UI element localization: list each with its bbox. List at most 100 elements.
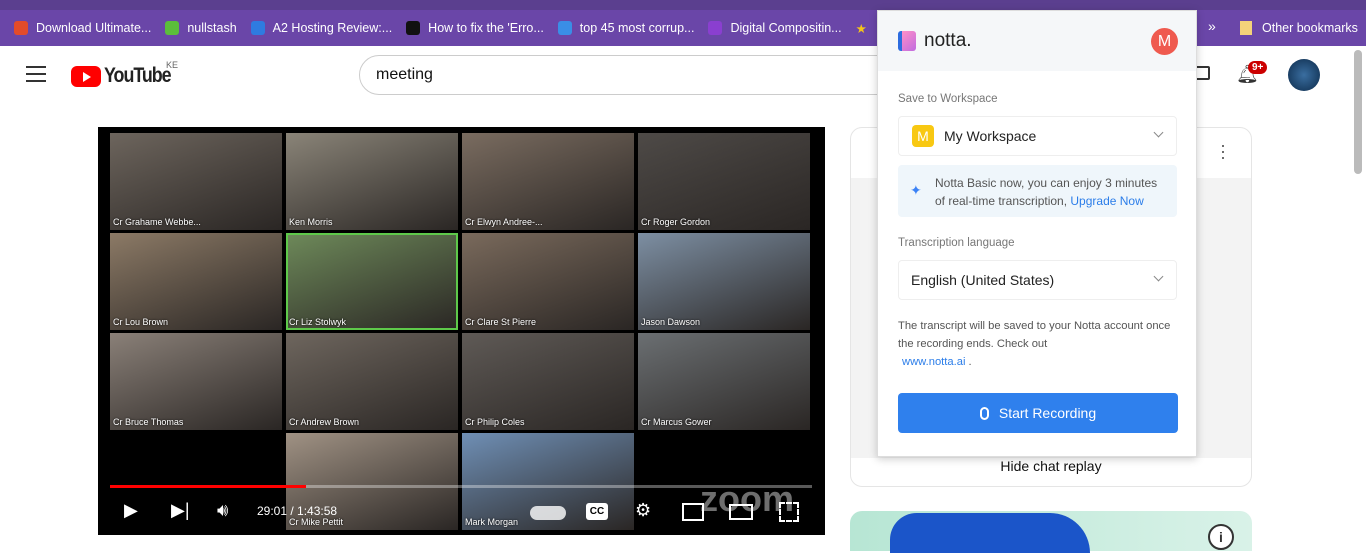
youtube-play-icon	[71, 65, 101, 87]
bookmark-label: Download Ultimate...	[36, 21, 152, 35]
bookmark-item[interactable]: Download Ultimate...	[14, 21, 151, 35]
save-to-workspace-label: Save to Workspace	[898, 93, 998, 105]
bookmark-item[interactable]: Digital Compositin...	[708, 21, 842, 35]
menu-icon[interactable]	[26, 66, 46, 82]
video-progress-bar[interactable]	[110, 485, 812, 488]
note-text: The transcript will be saved to your Not…	[898, 320, 1171, 350]
participant-tile: Cr Clare St Pierre	[462, 233, 634, 330]
play-icon[interactable]: ▶	[124, 500, 138, 521]
bookmark-favicon-icon	[250, 21, 265, 35]
start-recording-label: Start Recording	[998, 405, 1097, 421]
participant-tile: Cr Philip Coles	[462, 333, 634, 430]
bookmark-favicon-icon	[406, 21, 421, 35]
notta-website-link[interactable]: www.notta.ai	[902, 356, 965, 368]
participant-tile: Cr Liz Stolwyk	[286, 233, 458, 330]
sparkle-icon: ✦	[910, 182, 922, 198]
participant-name: Cr Bruce Thomas	[113, 417, 184, 427]
workspace-icon: M	[912, 125, 934, 147]
notta-extension-popup: notta. M Save to Workspace M My Workspac…	[877, 10, 1197, 457]
progress-fill	[110, 485, 306, 488]
page-scrollbar[interactable]	[1354, 50, 1362, 174]
country-code: KE	[166, 60, 179, 70]
bookmark-label: Digital Compositin...	[730, 21, 842, 35]
bookmark-item[interactable]: How to fix the 'Erro...	[406, 21, 544, 35]
notta-logo-icon	[898, 31, 916, 51]
bookmark-label: top 45 most corrup...	[579, 21, 695, 35]
participant-name: Mark Morgan	[465, 517, 519, 527]
participant-name: Jason Dawson	[641, 317, 701, 327]
bookmark-label: nullstash	[187, 21, 237, 35]
note-end: .	[968, 356, 972, 368]
user-avatar[interactable]: M	[1151, 28, 1178, 55]
participant-tile: Cr Elwyn Andree-...	[462, 133, 634, 230]
more-options-icon[interactable]: · · ·	[1218, 136, 1228, 166]
participant-name: Cr Roger Gordon	[641, 217, 711, 227]
bookmark-item[interactable]: top 45 most corrup...	[557, 21, 695, 35]
transcription-language-label: Transcription language	[898, 237, 1015, 249]
notta-brand: notta.	[924, 30, 972, 51]
save-note: The transcript will be saved to your Not…	[898, 317, 1183, 371]
participant-name: Ken Morris	[289, 217, 333, 227]
next-icon[interactable]: ▶|	[171, 500, 190, 521]
captions-icon[interactable]: CC	[586, 503, 608, 520]
participant-name: Cr Liz Stolwyk	[289, 317, 347, 327]
miniplayer-icon[interactable]	[682, 503, 704, 521]
bookmark-item[interactable]: A2 Hosting Review:...	[250, 21, 393, 35]
chevron-down-icon	[1153, 271, 1164, 282]
participant-name: Cr Marcus Gower	[641, 417, 712, 427]
participant-tile: Cr Andrew Brown	[286, 333, 458, 430]
bookmark-favicon-icon	[557, 21, 572, 35]
participant-tile: Cr Grahame Webbe...	[110, 133, 282, 230]
more-bookmarks-chevron-icon[interactable]: »	[1208, 18, 1216, 34]
hide-chat-replay-button[interactable]: Hide chat replay	[850, 458, 1252, 474]
participant-name: Cr Philip Coles	[465, 417, 525, 427]
bookmark-favicon-icon	[165, 21, 180, 35]
bookmark-item[interactable]: nullstash	[165, 21, 237, 35]
browser-toolbar	[0, 0, 1366, 10]
upgrade-now-link[interactable]: Upgrade Now	[1070, 194, 1143, 208]
search-input[interactable]: meeting	[359, 55, 919, 95]
start-recording-button[interactable]: Start Recording	[898, 393, 1178, 433]
workspace-select[interactable]: M My Workspace	[898, 116, 1177, 156]
participant-name: Cr Elwyn Andree-...	[465, 217, 543, 227]
language-select[interactable]: English (United States)	[898, 260, 1177, 300]
participant-tile: Cr Roger Gordon	[638, 133, 810, 230]
participant-tile: Cr Bruce Thomas	[110, 333, 282, 430]
participant-name: Cr Mike Pettit	[289, 517, 344, 527]
participant-name: Cr Andrew Brown	[289, 417, 360, 427]
bookmark-favicon-icon	[14, 21, 28, 35]
folder-icon	[1240, 21, 1252, 35]
participant-tile: Cr Marcus Gower	[638, 333, 810, 430]
participant-name: Cr Grahame Webbe...	[113, 217, 201, 227]
bookmark-star-icon[interactable]: ★	[856, 21, 867, 36]
bookmark-favicon-icon	[708, 21, 723, 35]
upgrade-promo: ✦ Notta Basic now, you can enjoy 3 minut…	[898, 165, 1177, 217]
bookmark-label: A2 Hosting Review:...	[272, 21, 393, 35]
theater-mode-icon[interactable]	[729, 504, 753, 520]
fullscreen-icon[interactable]	[779, 502, 799, 522]
autoplay-toggle[interactable]	[530, 506, 566, 520]
microphone-icon	[979, 406, 989, 420]
other-bookmarks-label: Other bookmarks	[1262, 21, 1358, 35]
video-time: 29:01 / 1:43:58	[257, 504, 338, 518]
notta-header: notta. M	[878, 11, 1196, 71]
settings-gear-icon[interactable]: ⚙	[635, 500, 651, 521]
language-value: English (United States)	[911, 272, 1055, 288]
chevron-down-icon	[1153, 127, 1164, 138]
participant-name: Cr Clare St Pierre	[465, 317, 537, 327]
other-bookmarks[interactable]: Other bookmarks	[1240, 10, 1358, 46]
ad-car-image	[890, 513, 1090, 553]
participant-tile: Cr Lou Brown	[110, 233, 282, 330]
participant-tile: Jason Dawson	[638, 233, 810, 330]
account-avatar[interactable]	[1288, 59, 1320, 91]
volume-icon[interactable]: 🔊︎	[217, 500, 228, 521]
participant-name: Cr Lou Brown	[113, 317, 169, 327]
bookmark-label: How to fix the 'Erro...	[428, 21, 544, 35]
workspace-value: My Workspace	[944, 128, 1037, 144]
youtube-logo[interactable]: YouTube KE	[71, 60, 182, 88]
ad-info-icon[interactable]: i	[1208, 524, 1234, 550]
search-value: meeting	[376, 66, 433, 83]
youtube-wordmark: YouTube	[104, 64, 172, 87]
notification-badge: 9+	[1248, 61, 1268, 74]
participant-tile: Ken Morris	[286, 133, 458, 230]
